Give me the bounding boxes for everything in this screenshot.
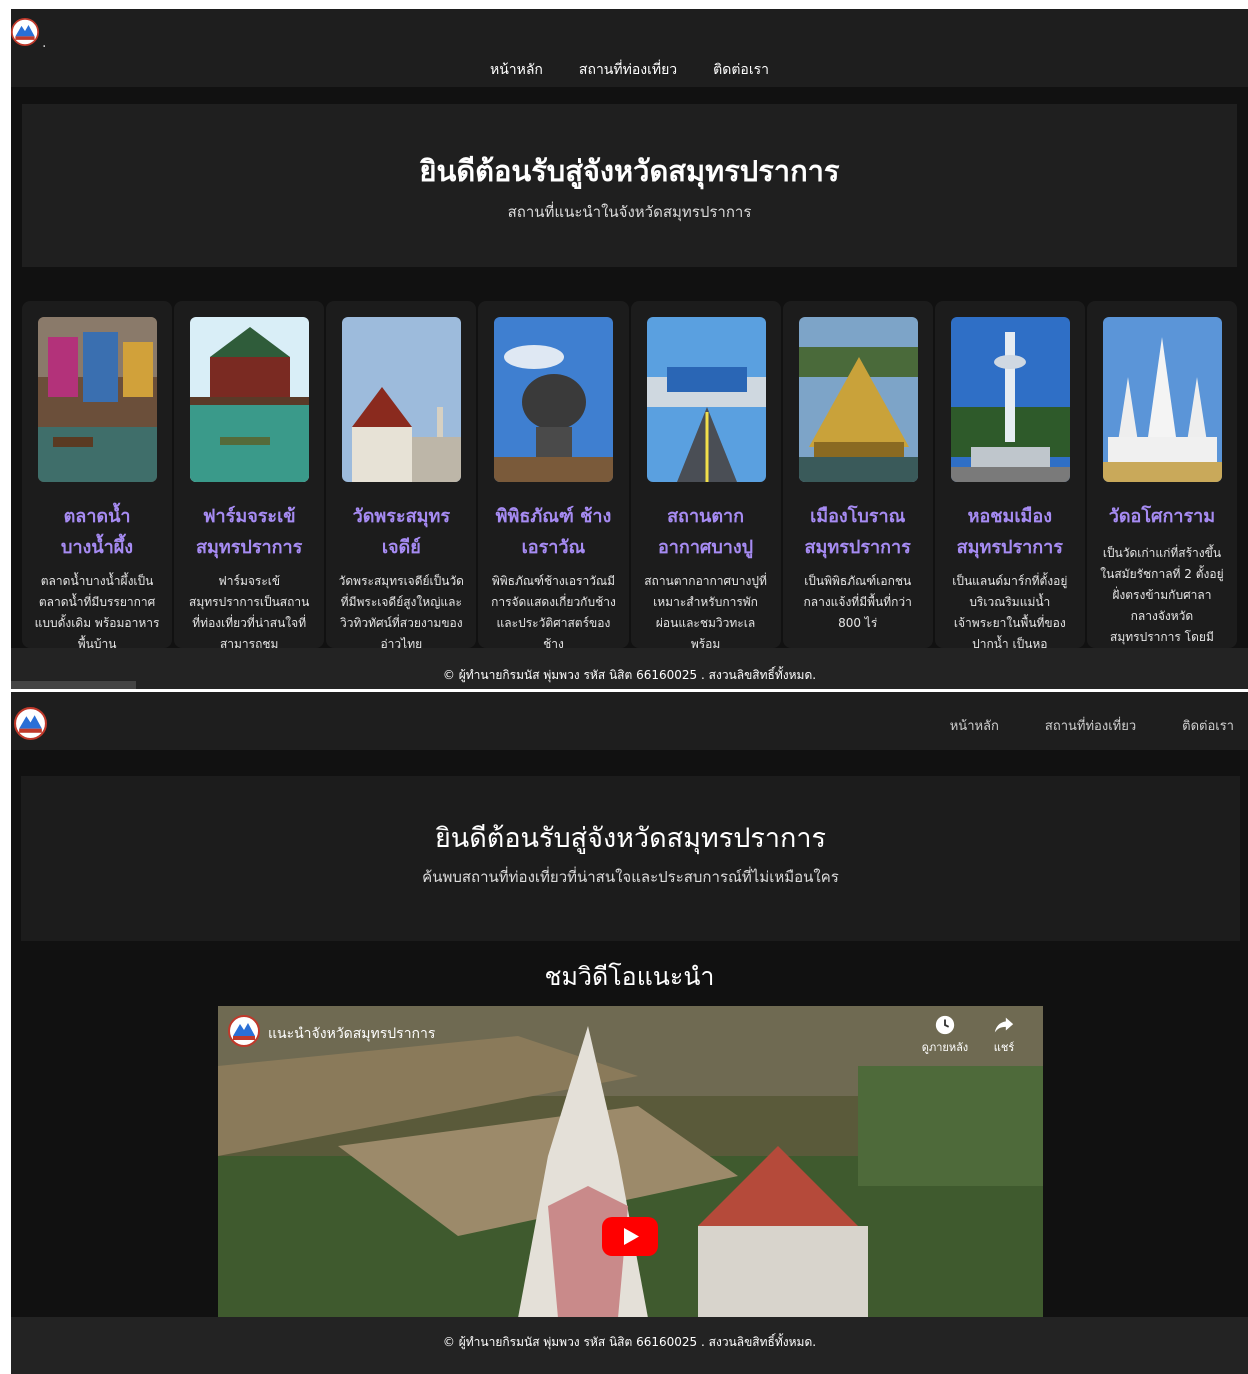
footer: © ผู้ทำนายกิรมนัส พุ่มพวง รหัส นิสิต 661… bbox=[11, 648, 1248, 689]
attraction-card[interactable]: วัดพระสมุทร เจดีย์ วัดพระสมุทรเจดีย์เป็น… bbox=[326, 301, 477, 648]
card-description: สถานตากอากาศบางปูที่เหมาะสำหรับการพักผ่อ… bbox=[644, 574, 767, 648]
hero-banner: ยินดีต้อนรับสู่จังหวัดสมุทรปราการ ค้นพบส… bbox=[21, 776, 1240, 941]
nav-contact-link[interactable]: ติดต่อเรา bbox=[1182, 715, 1234, 736]
province-logo-icon[interactable] bbox=[11, 18, 39, 46]
card-title: สถานตาก อากาศบางปู bbox=[658, 506, 754, 558]
ancient-city-photo bbox=[798, 317, 918, 482]
footer: © ผู้ทำนายกิรมนัส พุ่มพวง รหัส นิสิต 661… bbox=[11, 1317, 1248, 1374]
attraction-card[interactable]: สถานตาก อากาศบางปู สถานตากอากาศบางปูที่เ… bbox=[630, 301, 781, 648]
attraction-card[interactable]: วัดอโศการาม เป็นวัดเก่าแก่ที่สร้างขึ้นใน… bbox=[1086, 301, 1237, 648]
youtube-video-player[interactable]: แนะนำจังหวัดสมุทรปราการ ดูภายหลัง แชร์ bbox=[218, 1006, 1043, 1318]
logo-suffix: . bbox=[42, 35, 47, 51]
attraction-card[interactable]: เมืองโบราณ สมุทรปราการ เป็นพิพิธภัณฑ์เอก… bbox=[782, 301, 933, 648]
card-description: วัดพระสมุทรเจดีย์เป็นวัดที่มีพระเจดีย์สู… bbox=[338, 574, 464, 648]
footer-copyright: © ผู้ทำนายกิรมนัส พุ่มพวง รหัส นิสิต 661… bbox=[442, 668, 817, 682]
card-description: เป็นพิพิธภัณฑ์เอกชนกลางแจ้งที่มีพื้นที่ก… bbox=[803, 574, 912, 630]
hero-title: ยินดีต้อนรับสู่จังหวัดสมุทรปราการ bbox=[434, 823, 827, 854]
share-button[interactable]: แชร์ bbox=[978, 1014, 1030, 1056]
share-label: แชร์ bbox=[993, 1041, 1015, 1054]
hero-title: ยินดีต้อนรับสู่จังหวัดสมุทรปราการ bbox=[419, 154, 840, 188]
card-title: พิพิธภัณฑ์ ช้างเอราวัณ bbox=[495, 506, 612, 558]
card-description: เป็นวัดเก่าแก่ที่สร้างขึ้นในสมัยรัชกาลที… bbox=[1100, 546, 1224, 644]
crocodile-farm-photo bbox=[190, 317, 310, 482]
temple-photo bbox=[342, 317, 462, 482]
card-title: เมืองโบราณ สมุทรปราการ bbox=[804, 506, 911, 558]
watch-later-button[interactable]: ดูภายหลัง bbox=[919, 1014, 971, 1056]
province-logo-icon[interactable] bbox=[14, 707, 47, 740]
nav-home-link[interactable]: หน้าหลัก bbox=[950, 715, 999, 736]
card-description: พิพิธภัณฑ์ช้างเอราวัณมีการจัดแสดงเกี่ยวก… bbox=[491, 574, 616, 648]
watch-later-label: ดูภายหลัง bbox=[921, 1041, 969, 1054]
attraction-card[interactable]: ตลาดน้ำ บางน้ำผึ้ง ตลาดน้ำบางน้ำผึ้งเป็น… bbox=[22, 301, 173, 648]
nav-contact-link[interactable]: ติดต่อเรา bbox=[713, 59, 769, 81]
nav-home-link[interactable]: หน้าหลัก bbox=[490, 59, 543, 81]
attraction-card[interactable]: ฟาร์มจระเข้ สมุทรปราการ ฟาร์มจระเข้สมุทร… bbox=[174, 301, 325, 648]
clock-icon bbox=[935, 1015, 955, 1035]
main-menu: หน้าหลัก สถานที่ท่องเที่ยว ติดต่อเรา bbox=[11, 59, 1248, 81]
video-page-view: หน้าหลัก สถานที่ท่องเที่ยว ติดต่อเรา ยิน… bbox=[11, 692, 1248, 1374]
floating-market-photo bbox=[38, 317, 157, 482]
footer-copyright: © ผู้ทำนายกิรมนัส พุ่มพวง รหัส นิสิต 661… bbox=[442, 1335, 817, 1349]
card-title: วัดพระสมุทร เจดีย์ bbox=[352, 506, 450, 558]
erawan-elephant-photo bbox=[494, 317, 614, 482]
card-title: ตลาดน้ำ บางน้ำผึ้ง bbox=[61, 506, 134, 558]
attraction-cards: ตลาดน้ำ บางน้ำผึ้ง ตลาดน้ำบางน้ำผึ้งเป็น… bbox=[22, 301, 1237, 648]
hero-subtitle: ค้นพบสถานที่ท่องเที่ยวที่น่าสนใจและประสบ… bbox=[422, 868, 839, 886]
youtube-play-icon[interactable] bbox=[602, 1217, 658, 1256]
hero-banner: ยินดีต้อนรับสู่จังหวัดสมุทรปราการ สถานที… bbox=[22, 104, 1237, 267]
card-title: ฟาร์มจระเข้ สมุทรปราการ bbox=[196, 506, 303, 558]
top-navbar: . หน้าหลัก สถานที่ท่องเที่ยว ติดต่อเรา bbox=[11, 9, 1248, 87]
card-description: ตลาดน้ำบางน้ำผึ้งเป็นตลาดน้ำที่มีบรรยากา… bbox=[34, 574, 160, 648]
nav-attractions-link[interactable]: สถานที่ท่องเที่ยว bbox=[579, 59, 677, 81]
horizontal-scrollbar[interactable] bbox=[11, 681, 136, 689]
bangpu-pier-photo bbox=[646, 317, 766, 482]
top-navbar: หน้าหลัก สถานที่ท่องเที่ยว ติดต่อเรา bbox=[11, 692, 1248, 750]
hero-subtitle: สถานที่แนะนำในจังหวัดสมุทรปราการ bbox=[507, 203, 752, 221]
card-description: ฟาร์มจระเข้สมุทรปราการเป็นสถานที่ท่องเที… bbox=[189, 574, 310, 648]
white-pagoda-photo bbox=[1102, 317, 1222, 482]
video-section-heading: ชมวิดีโอแนะนำ bbox=[544, 962, 715, 991]
share-arrow-icon bbox=[994, 1017, 1014, 1033]
video-title[interactable]: แนะนำจังหวัดสมุทรปราการ bbox=[268, 1023, 435, 1045]
main-menu: หน้าหลัก สถานที่ท่องเที่ยว ติดต่อเรา bbox=[950, 715, 1234, 736]
channel-avatar-icon[interactable] bbox=[228, 1015, 260, 1047]
attraction-card[interactable]: หอชมเมือง สมุทรปราการ เป็นแลนด์มาร์กที่ต… bbox=[934, 301, 1085, 648]
nav-attractions-link[interactable]: สถานที่ท่องเที่ยว bbox=[1045, 715, 1136, 736]
card-description: เป็นแลนด์มาร์กที่ตั้งอยู่บริเวณริมแม่น้ำ… bbox=[952, 574, 1068, 648]
observation-tower-photo bbox=[950, 317, 1070, 482]
attraction-card[interactable]: พิพิธภัณฑ์ ช้างเอราวัณ พิพิธภัณฑ์ช้างเอร… bbox=[478, 301, 629, 648]
card-title: วัดอโศการาม bbox=[1108, 506, 1216, 527]
card-title: หอชมเมือง สมุทรปราการ bbox=[956, 506, 1063, 558]
homepage-view: . หน้าหลัก สถานที่ท่องเที่ยว ติดต่อเรา ย… bbox=[11, 9, 1248, 689]
